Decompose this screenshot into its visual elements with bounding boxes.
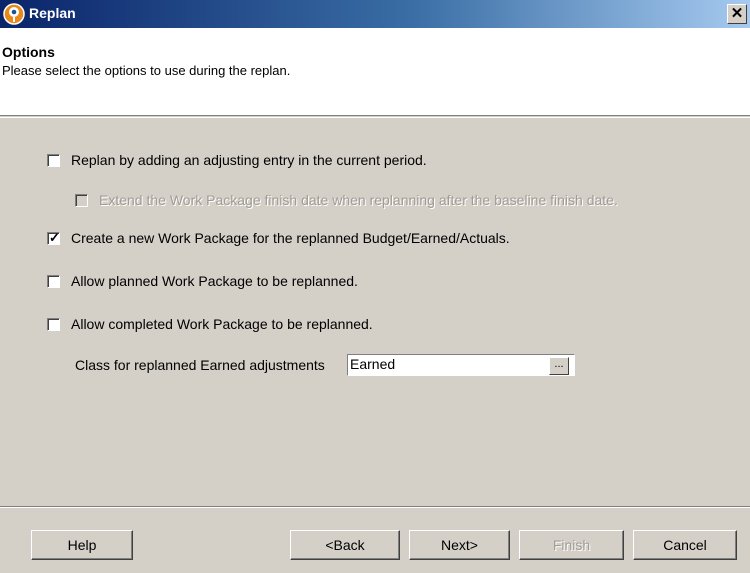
option-extend-finish-date: Extend the Work Package finish date when… (75, 191, 618, 209)
header-panel: Options Please select the options to use… (0, 28, 750, 116)
option-label: Extend the Work Package finish date when… (99, 192, 618, 208)
checkbox-adjusting-entry[interactable] (47, 153, 60, 167)
option-adjusting-entry[interactable]: Replan by adding an adjusting entry in t… (47, 151, 427, 169)
cancel-button[interactable]: Cancel (633, 530, 737, 560)
help-button[interactable]: Help (31, 530, 133, 560)
back-button[interactable]: <Back (290, 530, 400, 560)
earned-class-field[interactable]: Earned (347, 354, 575, 376)
page-title: Options (2, 44, 55, 60)
option-label: Allow planned Work Package to be replann… (71, 273, 358, 289)
earned-class-browse-button[interactable]: ... (549, 357, 569, 375)
option-label: Replan by adding an adjusting entry in t… (71, 152, 427, 168)
earned-class-label: Class for replanned Earned adjustments (75, 357, 325, 373)
replan-target-icon (3, 3, 25, 25)
check-icon: ✓ (49, 229, 60, 245)
next-button[interactable]: Next> (409, 530, 510, 560)
option-label: Allow completed Work Package to be repla… (71, 316, 373, 332)
option-create-new-work-package[interactable]: ✓ Create a new Work Package for the repl… (47, 229, 510, 247)
checkbox-create-new-work-package[interactable]: ✓ (47, 229, 60, 245)
checkbox-allow-planned[interactable] (47, 274, 60, 288)
checkbox-extend-finish-date (75, 193, 88, 207)
title-bar: Replan ✕ (0, 0, 750, 28)
page-subtitle: Please select the options to use during … (2, 63, 291, 78)
footer-divider (0, 506, 750, 508)
finish-button: Finish (519, 530, 624, 560)
option-label: Create a new Work Package for the replan… (71, 230, 510, 246)
option-allow-completed[interactable]: Allow completed Work Package to be repla… (47, 315, 373, 333)
close-icon: ✕ (730, 5, 744, 22)
close-button[interactable]: ✕ (727, 4, 747, 24)
header-divider (0, 117, 750, 118)
checkbox-allow-completed[interactable] (47, 317, 60, 331)
option-allow-planned[interactable]: Allow planned Work Package to be replann… (47, 272, 358, 290)
window-title: Replan (29, 5, 76, 21)
